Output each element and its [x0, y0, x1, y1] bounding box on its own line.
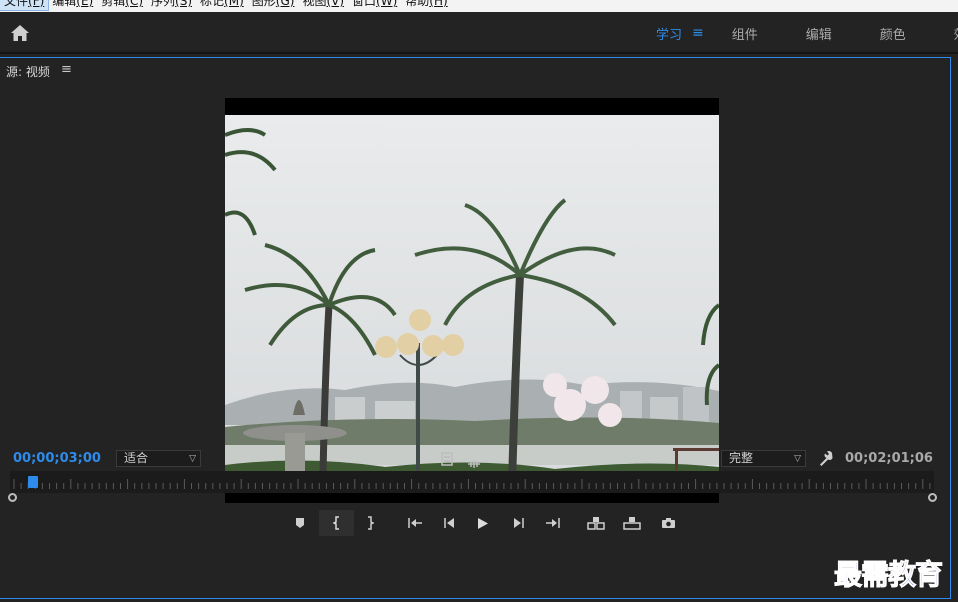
overwrite-icon — [623, 517, 641, 530]
step-forward-button[interactable] — [511, 510, 527, 536]
step-back-button[interactable] — [441, 510, 457, 536]
menu-edit-key: (E) — [76, 0, 94, 8]
menu-graphics[interactable]: 图形(G) — [248, 0, 299, 10]
step-back-icon — [444, 518, 454, 528]
tab-editing[interactable]: 编辑 — [806, 24, 832, 43]
menu-window[interactable]: 窗口(W) — [348, 0, 401, 10]
zoom-fit-select[interactable]: 适合 ▽ — [116, 450, 201, 467]
chevron-down-icon: ▽ — [794, 454, 801, 464]
current-timecode[interactable]: 00;00;03;00 — [13, 451, 101, 466]
go-to-in-button[interactable] — [405, 510, 425, 536]
menu-help-label: 帮助 — [405, 0, 430, 8]
menu-view[interactable]: 视图(V) — [298, 0, 348, 10]
menu-markers-key: (M) — [224, 0, 244, 8]
watermark-logo: 最需教育 — [833, 558, 943, 592]
menu-clip-label: 剪辑 — [101, 0, 126, 8]
menu-edit[interactable]: 编辑(E) — [48, 0, 97, 10]
drag-video-icon[interactable] — [441, 451, 453, 466]
video-preview — [225, 115, 719, 485]
source-monitor-panel: 源: 视频 ≡ 00;00;03;00 适合 ▽ 完整 ▽ 00;02;01;0… — [0, 57, 951, 599]
export-frame-button[interactable] — [659, 510, 677, 536]
insert-button[interactable] — [586, 510, 606, 536]
play-icon — [478, 517, 488, 529]
playback-resolution-select[interactable]: 完整 ▽ — [721, 450, 806, 467]
zoom-start-handle[interactable] — [8, 493, 17, 502]
wrench-icon[interactable] — [818, 450, 834, 466]
menu-help[interactable]: 帮助(H) — [401, 0, 451, 10]
insert-icon — [587, 517, 605, 530]
menu-window-label: 窗口 — [352, 0, 377, 8]
menu-graphics-key: (G) — [275, 0, 295, 8]
workspace-menu-icon[interactable]: ≡ — [692, 25, 704, 41]
menu-file-key: (F) — [28, 0, 45, 8]
menu-clip[interactable]: 剪辑(C) — [97, 0, 147, 10]
playhead-handle[interactable] — [27, 476, 38, 488]
mark-out-icon — [368, 516, 374, 530]
playback-resolution-value: 完整 — [729, 451, 754, 465]
menu-file-label: 文件 — [4, 0, 29, 8]
workspace-bar: 学习 ≡ 组件 编辑 颜色 效 — [0, 12, 958, 54]
ruler-ticks — [13, 479, 931, 489]
zoom-fit-value: 适合 — [124, 451, 149, 465]
premiere-window: 文件(F) 编辑(E) 剪辑(C) 序列(S) 标记(M) 图形(G) 视图(V… — [0, 0, 958, 602]
menu-sequence-label: 序列 — [151, 0, 176, 8]
menu-sequence[interactable]: 序列(S) — [147, 0, 196, 10]
add-marker-button[interactable] — [292, 510, 308, 536]
mark-out-button[interactable] — [362, 510, 378, 536]
menu-file[interactable]: 文件(F) — [0, 0, 50, 11]
tab-color[interactable]: 颜色 — [880, 24, 906, 43]
drag-audio-icon[interactable] — [467, 454, 481, 468]
menu-view-key: (V) — [326, 0, 345, 8]
time-ruler[interactable] — [10, 471, 934, 493]
go-to-out-button[interactable] — [543, 510, 563, 536]
menu-bar: 文件(F) 编辑(E) 剪辑(C) 序列(S) 标记(M) 图形(G) 视图(V… — [0, 0, 958, 12]
chevron-down-icon: ▽ — [189, 454, 196, 464]
panel-title[interactable]: 源: 视频 — [6, 63, 50, 80]
menu-graphics-label: 图形 — [251, 0, 276, 8]
menu-clip-key: (C) — [125, 0, 144, 8]
panel-menu-icon[interactable]: ≡ — [61, 62, 72, 77]
menu-markers-label: 标记 — [200, 0, 225, 8]
tab-learning[interactable]: 学习 — [656, 24, 682, 43]
go-to-out-icon — [546, 518, 560, 528]
marker-icon — [296, 518, 304, 528]
menu-sequence-key: (S) — [175, 0, 193, 8]
go-to-in-icon — [408, 518, 422, 528]
menu-edit-label: 编辑 — [52, 0, 77, 8]
menu-window-key: (W) — [376, 0, 398, 8]
overwrite-button[interactable] — [622, 510, 642, 536]
camera-icon — [661, 518, 675, 528]
step-forward-icon — [514, 518, 524, 528]
mark-in-icon — [332, 516, 339, 530]
zoom-end-handle[interactable] — [928, 493, 937, 502]
play-button[interactable] — [475, 510, 491, 536]
menu-view-label: 视图 — [302, 0, 327, 8]
tab-effects[interactable]: 效 — [954, 24, 958, 43]
tab-assembly[interactable]: 组件 — [732, 24, 758, 43]
video-frame[interactable] — [225, 98, 719, 503]
transport-controls — [0, 510, 951, 536]
home-icon[interactable] — [10, 24, 30, 42]
menu-help-key: (H) — [429, 0, 448, 8]
menu-markers[interactable]: 标记(M) — [196, 0, 248, 10]
duration-timecode: 00;02;01;06 — [845, 451, 933, 466]
mark-in-button[interactable] — [319, 510, 354, 536]
workspace-tabs: 学习 ≡ 组件 编辑 颜色 效 — [656, 12, 958, 54]
